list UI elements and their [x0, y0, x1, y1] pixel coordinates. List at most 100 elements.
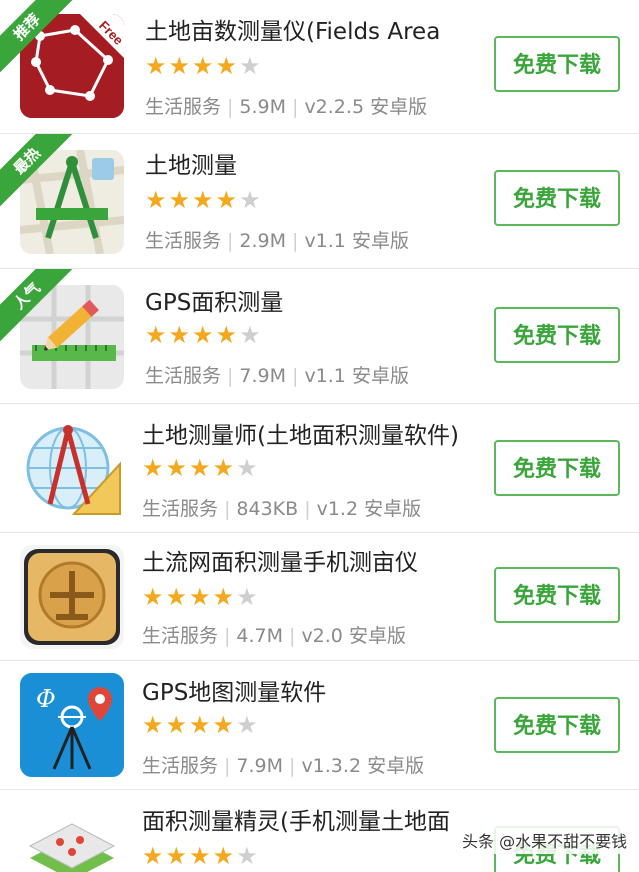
star-filled-icon: ★	[189, 711, 213, 739]
app-category: 生活服务	[145, 230, 222, 252]
app-size: 843KB	[236, 498, 299, 520]
app-meta: 生活服务 | 2.9M | v1.1 安卓版	[145, 226, 409, 253]
theodolite-pin-icon[interactable]: Φ	[20, 673, 124, 777]
app-meta: 生活服务 | 4.7M | v2.0 安卓版	[142, 621, 406, 648]
star-filled-icon: ★	[189, 842, 213, 870]
star-filled-icon: ★	[212, 583, 237, 611]
divider: |	[224, 625, 231, 647]
star-empty-icon: ★	[236, 454, 260, 482]
star-filled-icon: ★	[165, 454, 190, 482]
divider: |	[289, 625, 296, 647]
divider: |	[304, 498, 311, 520]
star-filled-icon: ★	[142, 454, 166, 482]
download-button[interactable]: 免费下载	[494, 36, 620, 92]
star-filled-icon: ★	[215, 52, 240, 80]
divider: |	[224, 498, 231, 520]
app-version: v1.2 安卓版	[316, 498, 422, 520]
rating-stars: ★★★★★	[145, 52, 263, 80]
list-item[interactable]: 最热 土地测量 ★★★★★ 生活服务 | 2.9M | v1.1 安卓版 免费下载	[0, 134, 639, 269]
star-filled-icon: ★	[215, 321, 240, 349]
list-item[interactable]: 人气 GPS面积测量 ★★★★★ 生活服务 | 7.9M | v1.1 安卓版 免费下载	[0, 269, 639, 404]
app-size: 2.9M	[239, 230, 287, 252]
app-title[interactable]: 土地亩数测量仪(Fields Area	[145, 12, 440, 46]
map-layers-icon[interactable]	[20, 806, 124, 872]
star-filled-icon: ★	[189, 454, 213, 482]
star-filled-icon: ★	[165, 842, 190, 870]
rating-stars: ★★★★★	[142, 842, 260, 870]
star-empty-icon: ★	[236, 711, 260, 739]
star-filled-icon: ★	[192, 321, 216, 349]
app-version: v2.2.5 安卓版	[304, 96, 428, 118]
divider: |	[292, 96, 299, 118]
star-filled-icon: ★	[168, 186, 193, 214]
star-filled-icon: ★	[215, 186, 240, 214]
app-category: 生活服务	[142, 625, 219, 647]
star-filled-icon: ★	[142, 842, 166, 870]
app-category: 生活服务	[142, 755, 219, 777]
divider: |	[289, 755, 296, 777]
star-empty-icon: ★	[239, 186, 263, 214]
star-empty-icon: ★	[239, 321, 263, 349]
divider: |	[227, 365, 234, 387]
app-size: 7.9M	[239, 365, 287, 387]
app-meta: 生活服务 | 5.9M | v2.2.5 安卓版	[145, 92, 427, 119]
star-filled-icon: ★	[192, 186, 216, 214]
star-filled-icon: ★	[145, 52, 169, 80]
watermark-text: 头条 @水果不甜不要钱	[458, 826, 632, 854]
app-size: 4.7M	[236, 625, 284, 647]
star-filled-icon: ★	[165, 583, 190, 611]
app-meta: 生活服务 | 7.9M | v1.1 安卓版	[145, 361, 409, 388]
star-empty-icon: ★	[236, 842, 260, 870]
app-version: v2.0 安卓版	[301, 625, 406, 647]
star-filled-icon: ★	[212, 711, 237, 739]
app-version: v1.3.2 安卓版	[301, 755, 425, 777]
app-meta: 生活服务 | 843KB | v1.2 安卓版	[142, 494, 421, 521]
star-filled-icon: ★	[165, 711, 190, 739]
rating-stars: ★★★★★	[145, 186, 263, 214]
app-title[interactable]: 土流网面积测量手机测亩仪	[142, 543, 418, 577]
app-title[interactable]: 土地测量	[145, 146, 237, 180]
download-button[interactable]: 免费下载	[494, 567, 620, 623]
list-item[interactable]: 土地测量师(土地面积测量软件) ★★★★★ 生活服务 | 843KB | v1.2 安卓…	[0, 404, 639, 533]
star-filled-icon: ★	[142, 711, 166, 739]
star-filled-icon: ★	[212, 454, 237, 482]
star-filled-icon: ★	[145, 186, 169, 214]
land-emblem-icon[interactable]	[20, 545, 124, 649]
app-title[interactable]: 面积测量精灵(手机测量土地面	[142, 802, 450, 836]
app-title[interactable]: 土地测量师(土地面积测量软件)	[142, 416, 459, 450]
app-list: Free 推荐 土地亩数测量仪(Fields Area ★★★★★ 生活服务 | 5…	[0, 0, 639, 872]
list-item[interactable]: Free 推荐 土地亩数测量仪(Fields Area ★★★★★ 生活服务 | 5…	[0, 0, 639, 134]
star-empty-icon: ★	[236, 583, 260, 611]
app-category: 生活服务	[145, 96, 222, 118]
app-title[interactable]: GPS面积测量	[145, 283, 283, 317]
app-version: v1.1 安卓版	[304, 365, 409, 387]
star-filled-icon: ★	[212, 842, 237, 870]
divider: |	[292, 230, 299, 252]
star-filled-icon: ★	[145, 321, 169, 349]
rating-stars: ★★★★★	[142, 583, 260, 611]
star-filled-icon: ★	[189, 583, 213, 611]
rating-stars: ★★★★★	[142, 454, 260, 482]
divider: |	[224, 755, 231, 777]
rating-stars: ★★★★★	[142, 711, 260, 739]
app-title[interactable]: GPS地图测量软件	[142, 673, 326, 707]
app-size: 5.9M	[239, 96, 287, 118]
download-button[interactable]: 免费下载	[494, 697, 620, 753]
star-empty-icon: ★	[239, 52, 263, 80]
star-filled-icon: ★	[142, 583, 166, 611]
star-filled-icon: ★	[168, 52, 193, 80]
app-size: 7.9M	[236, 755, 284, 777]
app-category: 生活服务	[142, 498, 219, 520]
list-item[interactable]: 土流网面积测量手机测亩仪 ★★★★★ 生活服务 | 4.7M | v2.0 安卓版 免费…	[0, 533, 639, 661]
download-button[interactable]: 免费下载	[494, 170, 620, 226]
svg-text:Φ: Φ	[36, 685, 56, 713]
rating-stars: ★★★★★	[145, 321, 263, 349]
divider: |	[227, 230, 234, 252]
download-button[interactable]: 免费下载	[494, 440, 620, 496]
divider: |	[227, 96, 234, 118]
list-item[interactable]: Φ GPS地图测量软件 ★★★★★ 生活服务 | 7.9M | v1.3.2 安卓版 免…	[0, 661, 639, 790]
app-category: 生活服务	[145, 365, 222, 387]
globe-compass-icon[interactable]	[20, 418, 124, 522]
app-meta: 生活服务 | 7.9M | v1.3.2 安卓版	[142, 751, 424, 778]
download-button[interactable]: 免费下载	[494, 307, 620, 363]
